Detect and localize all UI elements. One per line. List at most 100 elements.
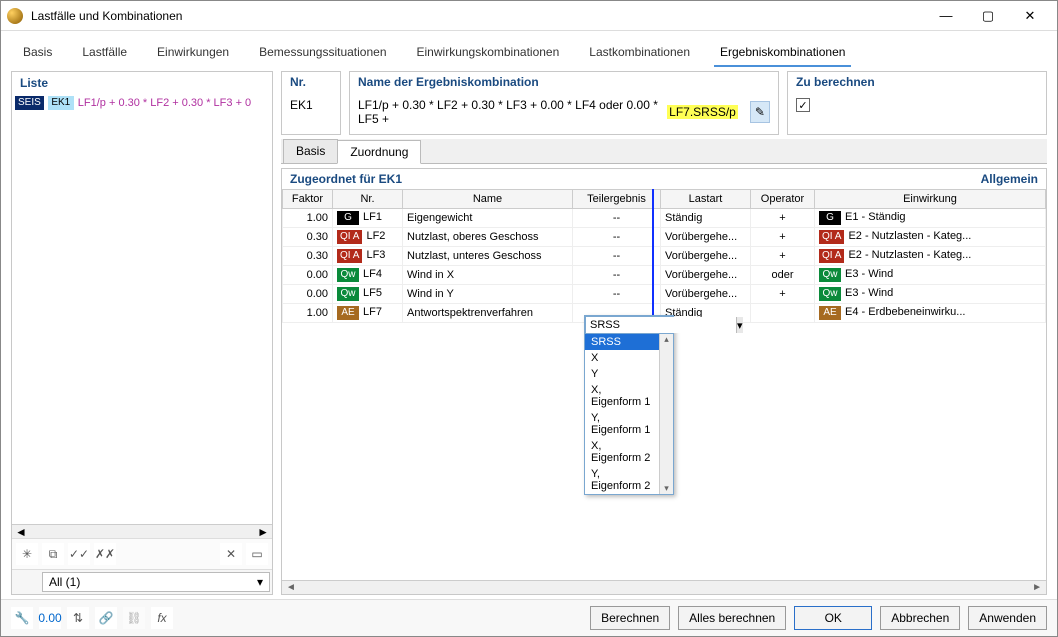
scroll-down-icon[interactable]: ▾: [664, 483, 669, 494]
cell-einwirkung[interactable]: QwE3 - Wind: [815, 285, 1046, 304]
check-all-button[interactable]: ✓✓: [68, 543, 90, 565]
col-einwirkung[interactable]: Einwirkung: [815, 190, 1046, 209]
list-body[interactable]: SEIS EK1 LF1/p + 0.30 * LF2 + 0.30 * LF3…: [12, 94, 272, 524]
cell-teilergebnis[interactable]: --: [573, 228, 661, 247]
cell-faktor[interactable]: 0.30: [283, 247, 333, 266]
cell-teilergebnis[interactable]: --: [573, 285, 661, 304]
cell-einwirkung[interactable]: GE1 - Ständig: [815, 209, 1046, 228]
tab-lastfaelle[interactable]: Lastfälle: [76, 41, 133, 67]
dropdown-item[interactable]: X, Eigenform 1: [585, 382, 659, 410]
subtab-basis[interactable]: Basis: [283, 139, 338, 163]
col-name[interactable]: Name: [403, 190, 573, 209]
scroll-right-icon[interactable]: ►: [1032, 582, 1042, 593]
cell-faktor[interactable]: 0.00: [283, 285, 333, 304]
tool5-button[interactable]: ⛓: [123, 607, 145, 629]
cell-nr[interactable]: QI ALF3: [333, 247, 403, 266]
scroll-left-icon[interactable]: ◄: [286, 582, 296, 593]
teilergebnis-dropdown[interactable]: ▾ SRSSXYX, Eigenform 1Y, Eigenform 1X, E…: [584, 315, 674, 495]
maximize-button[interactable]: ▢: [967, 2, 1009, 30]
scroll-right-icon[interactable]: ►: [257, 525, 269, 539]
cell-einwirkung[interactable]: AEE4 - Erdbebeneinwirku...: [815, 304, 1046, 323]
cell-name[interactable]: Eigengewicht: [403, 209, 573, 228]
dropdown-item[interactable]: Y, Eigenform 2: [585, 466, 659, 494]
cell-einwirkung[interactable]: QI AE2 - Nutzlasten - Kateg...: [815, 228, 1046, 247]
cell-nr[interactable]: AELF7: [333, 304, 403, 323]
cell-operator[interactable]: [751, 304, 815, 323]
table-row[interactable]: 0.30QI ALF2Nutzlast, oberes Geschoss--Vo…: [283, 228, 1046, 247]
tab-einwirkungskomb[interactable]: Einwirkungskombinationen: [411, 41, 566, 67]
edit-name-button[interactable]: ✎: [750, 101, 770, 123]
tab-basis[interactable]: Basis: [17, 41, 58, 67]
cell-lastart[interactable]: Vorübergehe...: [661, 285, 751, 304]
berechnen-button[interactable]: Berechnen: [590, 606, 670, 630]
col-faktor[interactable]: Faktor: [283, 190, 333, 209]
cell-faktor[interactable]: 0.00: [283, 266, 333, 285]
col-teil[interactable]: Teilergebnis: [573, 190, 661, 209]
list-h-scrollbar[interactable]: ◄ ►: [12, 524, 272, 538]
cell-operator[interactable]: +: [751, 209, 815, 228]
tab-einwirkungen[interactable]: Einwirkungen: [151, 41, 235, 67]
tab-ergebniskomb[interactable]: Ergebniskombinationen: [714, 41, 851, 67]
cell-name[interactable]: Wind in X: [403, 266, 573, 285]
cell-lastart[interactable]: Vorübergehe...: [661, 266, 751, 285]
cell-nr[interactable]: QwLF4: [333, 266, 403, 285]
col-operator[interactable]: Operator: [751, 190, 815, 209]
dropdown-scrollbar[interactable]: ▴ ▾: [659, 334, 673, 494]
tool1-button[interactable]: 🔧: [11, 607, 33, 629]
copy-item-button[interactable]: ⧉: [42, 543, 64, 565]
dropdown-item[interactable]: Y: [585, 366, 659, 382]
close-button[interactable]: ✕: [1009, 2, 1051, 30]
cell-lastart[interactable]: Vorübergehe...: [661, 247, 751, 266]
dropdown-item[interactable]: Y, Eigenform 1: [585, 410, 659, 438]
scroll-up-icon[interactable]: ▴: [664, 334, 669, 345]
cell-faktor[interactable]: 1.00: [283, 304, 333, 323]
cell-name[interactable]: Nutzlast, unteres Geschoss: [403, 247, 573, 266]
cell-teilergebnis[interactable]: --: [573, 266, 661, 285]
dropdown-item[interactable]: X, Eigenform 2: [585, 438, 659, 466]
scroll-left-icon[interactable]: ◄: [15, 525, 27, 539]
new-item-button[interactable]: ✳: [16, 543, 38, 565]
ok-button[interactable]: OK: [794, 606, 872, 630]
tab-lastkomb[interactable]: Lastkombinationen: [583, 41, 696, 67]
dropdown-item[interactable]: X: [585, 350, 659, 366]
table-row[interactable]: 0.00QwLF5Wind in Y--Vorübergehe...+QwE3 …: [283, 285, 1046, 304]
cell-operator[interactable]: +: [751, 247, 815, 266]
cell-lastart[interactable]: Vorübergehe...: [661, 228, 751, 247]
tool2-button[interactable]: 0.00: [39, 607, 61, 629]
table-row[interactable]: 0.30QI ALF3Nutzlast, unteres Geschoss--V…: [283, 247, 1046, 266]
list-item[interactable]: SEIS EK1 LF1/p + 0.30 * LF2 + 0.30 * LF3…: [12, 94, 272, 112]
table-row[interactable]: 1.00GLF1Eigengewicht--Ständig+GE1 - Stän…: [283, 209, 1046, 228]
cell-operator[interactable]: oder: [751, 266, 815, 285]
abbrechen-button[interactable]: Abbrechen: [880, 606, 960, 630]
teilergebnis-input[interactable]: [586, 317, 736, 333]
grid-h-scrollbar[interactable]: ◄ ►: [282, 580, 1046, 594]
cell-name[interactable]: Nutzlast, oberes Geschoss: [403, 228, 573, 247]
cell-nr[interactable]: QwLF5: [333, 285, 403, 304]
filter-dropdown[interactable]: All (1) ▾: [42, 572, 270, 592]
dropdown-item[interactable]: SRSS: [585, 334, 659, 350]
cell-faktor[interactable]: 0.30: [283, 228, 333, 247]
cell-faktor[interactable]: 1.00: [283, 209, 333, 228]
cell-lastart[interactable]: Ständig: [661, 209, 751, 228]
tab-bemessung[interactable]: Bemessungssituationen: [253, 41, 392, 67]
alles-berechnen-button[interactable]: Alles berechnen: [678, 606, 786, 630]
chevron-down-icon[interactable]: ▾: [736, 317, 743, 333]
cell-einwirkung[interactable]: QwE3 - Wind: [815, 266, 1046, 285]
select-all-button[interactable]: ▭: [246, 543, 268, 565]
cell-name[interactable]: Antwortspektrenverfahren: [403, 304, 573, 323]
cell-einwirkung[interactable]: QI AE2 - Nutzlasten - Kateg...: [815, 247, 1046, 266]
cell-operator[interactable]: +: [751, 228, 815, 247]
cell-nr[interactable]: QI ALF2: [333, 228, 403, 247]
cell-teilergebnis[interactable]: --: [573, 247, 661, 266]
tool3-button[interactable]: ⇅: [67, 607, 89, 629]
assignment-grid[interactable]: Faktor Nr. Name Teilergebnis Lastart Ope…: [282, 189, 1046, 323]
cell-nr[interactable]: GLF1: [333, 209, 403, 228]
uncheck-all-button[interactable]: ✗✗: [94, 543, 116, 565]
minimize-button[interactable]: —: [925, 2, 967, 30]
anwenden-button[interactable]: Anwenden: [968, 606, 1047, 630]
col-nr[interactable]: Nr.: [333, 190, 403, 209]
table-row[interactable]: 0.00QwLF4Wind in X--Vorübergehe...oderQw…: [283, 266, 1046, 285]
cell-operator[interactable]: +: [751, 285, 815, 304]
cell-teilergebnis[interactable]: --: [573, 209, 661, 228]
zuberechnen-checkbox[interactable]: ✓: [796, 98, 810, 112]
